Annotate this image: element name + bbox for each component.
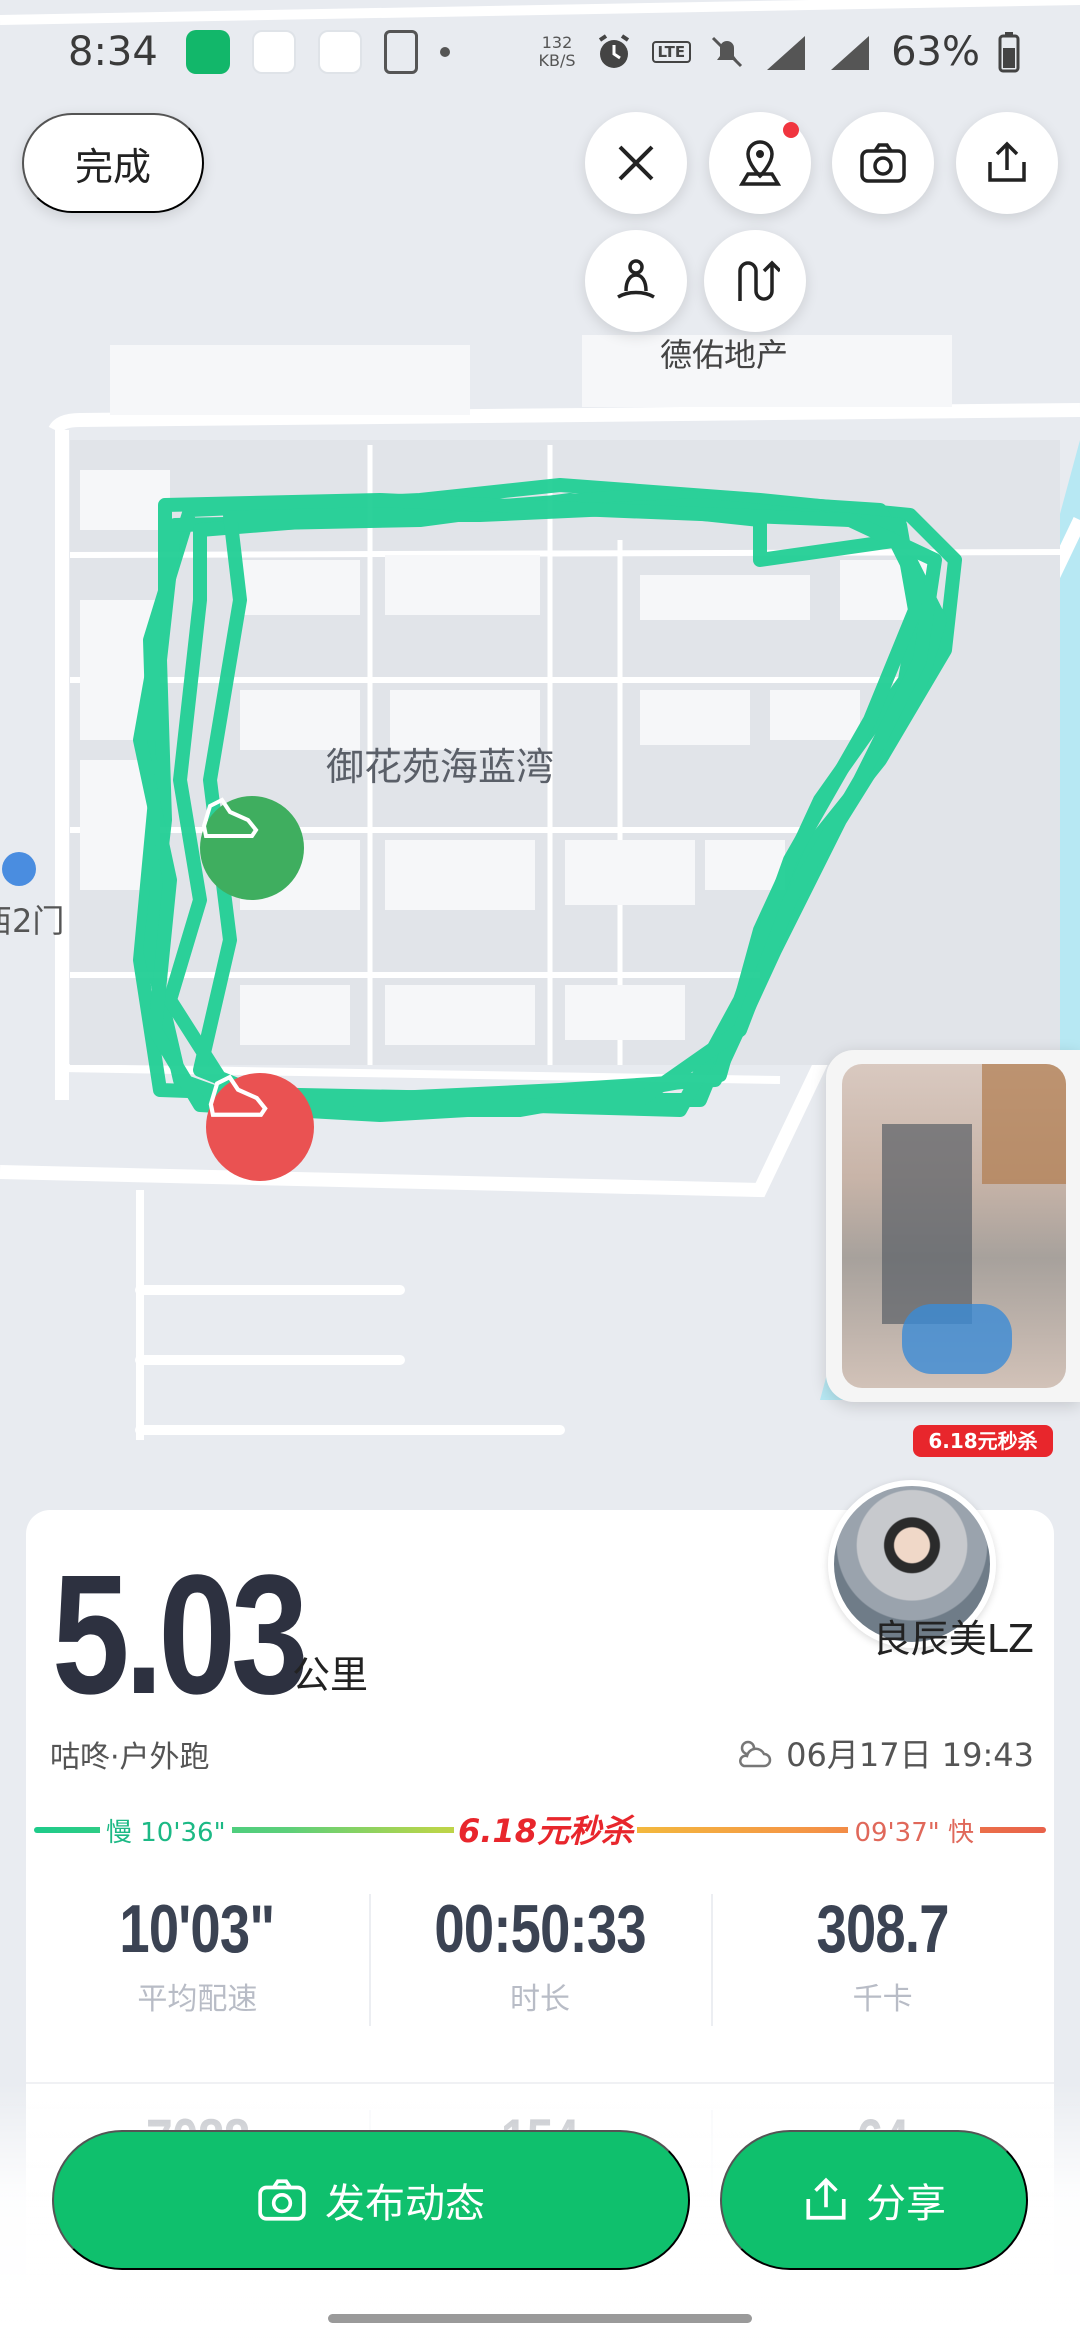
done-button[interactable]: 完成: [22, 113, 204, 213]
battery-level: 63%: [891, 29, 980, 75]
document-icon: [383, 30, 418, 74]
dot-icon: [439, 47, 450, 57]
gate-marker-icon: [2, 852, 36, 886]
promo-badge[interactable]: 6.18元秒杀: [913, 1425, 1053, 1457]
publish-button[interactable]: 发布动态: [52, 2130, 690, 2270]
net-speed: 132 KB/S: [538, 33, 576, 70]
status-time: 8:34: [68, 29, 158, 75]
camera-icon: [860, 143, 906, 183]
camera-icon: [258, 2179, 306, 2221]
close-icon: [618, 145, 654, 181]
distance-unit: 公里: [292, 1653, 369, 1697]
share-button[interactable]: 分享: [720, 2130, 1028, 2270]
datetime-text: 06月17日 19:43: [786, 1736, 1034, 1774]
community-label: 御花苑海蓝湾: [326, 745, 555, 789]
share-map-button[interactable]: [956, 112, 1058, 214]
end-marker-icon: [206, 1073, 314, 1181]
live-video-thumbnail[interactable]: [826, 1050, 1080, 1402]
poi-label: 德佑地产: [660, 336, 789, 374]
volte-icon: LTE: [651, 41, 692, 63]
location-button[interactable]: [709, 112, 811, 214]
stat-calories: 308.7 千卡: [711, 1890, 1054, 2040]
app-icon-green: [185, 30, 230, 74]
publish-label: 发布动态: [325, 2182, 485, 2226]
pace-promo-label[interactable]: 6.18元秒杀: [454, 1806, 637, 1852]
pace-fast-label: 09'37" 快: [848, 1812, 980, 1849]
close-button[interactable]: [585, 112, 687, 214]
stats-row: 10'03" 平均配速 00:50:33 时长 308.7 千卡: [26, 1890, 1054, 2040]
alarm-icon: [598, 34, 629, 68]
route-toggle-button[interactable]: [704, 230, 806, 332]
weather-cloudy-icon: [739, 1740, 772, 1768]
meditation-button[interactable]: [585, 230, 687, 332]
signal-icon: [767, 36, 806, 70]
app-icon-shoe: [251, 30, 296, 74]
signal-4g-icon: [831, 36, 870, 70]
distance-value: 5.03: [52, 1540, 309, 1730]
mute-icon: [712, 36, 743, 68]
app-icon-cloud: [317, 30, 362, 74]
camera-button[interactable]: [832, 112, 934, 214]
notification-dot: [783, 122, 799, 138]
start-marker-icon: [200, 796, 304, 900]
share-icon: [988, 141, 1026, 182]
activity-type: 咕咚·户外跑: [50, 1740, 210, 1775]
status-bar: 8:34 132 KB/S LTE 63%: [0, 0, 1080, 104]
share-label: 分享: [866, 2182, 946, 2226]
meditation-icon: [617, 259, 655, 299]
location-pin-icon: [738, 140, 782, 186]
stat-duration: 00:50:33 时长: [368, 1890, 712, 2040]
username[interactable]: 良辰美LZ: [873, 1608, 1034, 1663]
gate-label: 西2门: [0, 902, 65, 940]
route-toggle-icon: [738, 260, 780, 301]
home-indicator[interactable]: [328, 2314, 752, 2323]
battery-icon: [998, 32, 1020, 73]
run-datetime: 06月17日 19:43: [734, 1730, 1034, 1776]
stat-avg-pace: 10'03" 平均配速: [119, 1891, 276, 2017]
pace-gradient-bar: 慢 10'36" 6.18元秒杀 09'37" 快: [34, 1806, 1046, 1852]
share-icon: [806, 2177, 846, 2220]
pace-slow-label: 慢 10'36": [100, 1812, 232, 1849]
